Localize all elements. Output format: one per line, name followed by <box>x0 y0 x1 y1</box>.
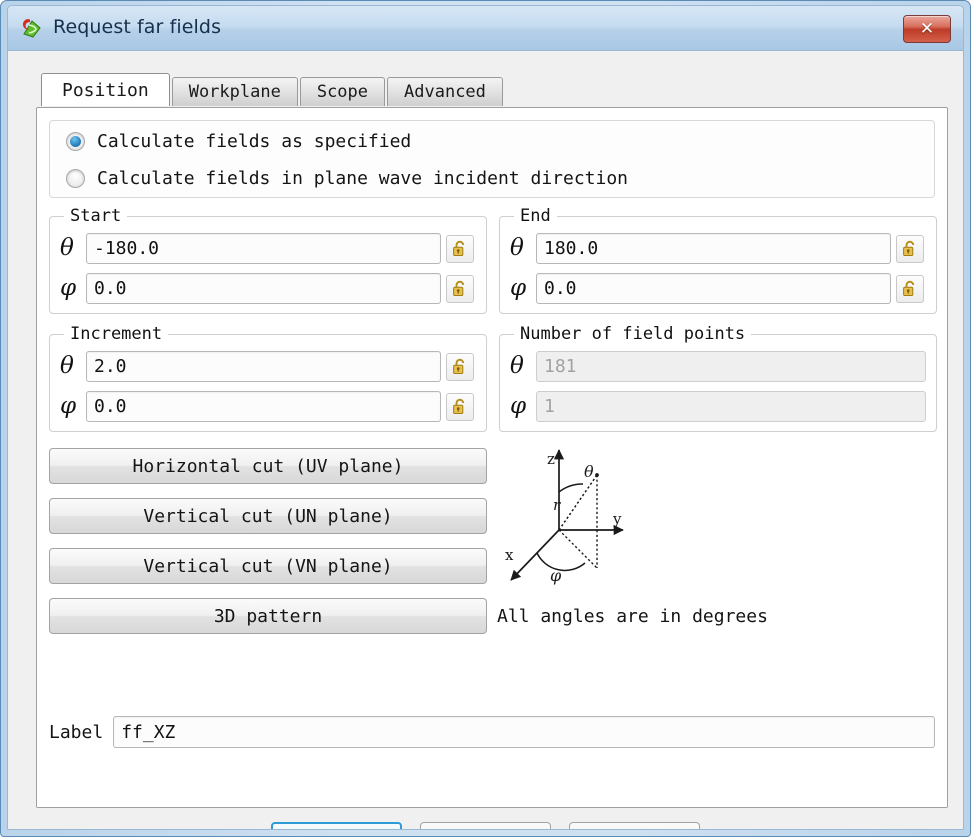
group-end-title: End <box>514 206 557 226</box>
group-number-of-field-points: Number of field points θ 181 φ 1 <box>499 324 937 432</box>
phi-symbol: φ <box>60 275 77 301</box>
theta-symbol: θ <box>60 353 74 379</box>
end-phi-input[interactable]: 0.0 <box>536 273 891 304</box>
dialog-footer: Create Add Close <box>8 813 963 829</box>
close-icon: ✕ <box>919 18 935 39</box>
tab-advanced[interactable]: Advanced <box>387 77 503 106</box>
close-button[interactable]: ✕ <box>903 15 951 43</box>
radio-label-plane-wave: Calculate fields in plane wave incident … <box>97 168 629 189</box>
radio-label-as-specified: Calculate fields as specified <box>97 131 412 152</box>
start-phi-input[interactable]: 0.0 <box>86 273 441 304</box>
start-phi-unlocked-padlock-icon[interactable] <box>446 274 474 303</box>
tab-page-position: Calculate fields as specified Calculate … <box>36 107 948 808</box>
end-theta-row: θ 180.0 <box>510 233 924 264</box>
points-theta-row: θ 181 <box>510 351 926 382</box>
tab-workplane[interactable]: Workplane <box>171 77 298 106</box>
points-phi-value: 1 <box>536 391 926 422</box>
create-button[interactable]: Create <box>271 822 402 829</box>
group-increment: Increment θ 2.0 φ 0.0 <box>49 324 487 432</box>
start-theta-row: θ -180.0 <box>60 233 474 264</box>
label-caption: Label <box>49 721 104 743</box>
theta-symbol: θ <box>510 235 524 261</box>
end-theta-unlocked-padlock-icon[interactable] <box>896 234 924 263</box>
vertical-cut-un-button[interactable]: Vertical cut (UN plane) <box>49 498 487 534</box>
degrees-note: All angles are in degrees <box>497 606 768 627</box>
start-phi-row: φ 0.0 <box>60 273 474 304</box>
theta-label: θ <box>584 462 594 481</box>
axis-label-y: y <box>612 510 622 528</box>
label-row: Label ff_XZ <box>49 716 935 748</box>
phi-symbol: φ <box>510 393 527 419</box>
group-increment-title: Increment <box>64 324 169 344</box>
increment-theta-unlocked-padlock-icon[interactable] <box>446 352 474 381</box>
points-theta-value: 181 <box>536 351 926 382</box>
group-end: End θ 180.0 φ 0.0 <box>499 206 937 314</box>
increment-phi-input[interactable]: 0.0 <box>86 391 441 422</box>
radio-selected-icon <box>66 132 85 151</box>
increment-theta-row: θ 2.0 <box>60 351 474 382</box>
vertical-cut-vn-button[interactable]: Vertical cut (VN plane) <box>49 548 487 584</box>
add-button[interactable]: Add <box>420 822 551 829</box>
increment-phi-unlocked-padlock-icon[interactable] <box>446 392 474 421</box>
theta-symbol: θ <box>60 235 74 261</box>
tab-scope[interactable]: Scope <box>299 77 386 106</box>
increment-theta-input[interactable]: 2.0 <box>86 351 441 382</box>
axis-label-z: z <box>547 450 555 468</box>
group-start: Start θ -180.0 φ 0.0 <box>49 206 487 314</box>
radius-label: r <box>553 496 561 514</box>
tab-strip: Position Workplane Scope Advanced <box>41 73 505 106</box>
axis-label-x: x <box>505 546 514 564</box>
radio-calculate-as-specified[interactable]: Calculate fields as specified <box>66 131 411 152</box>
increment-phi-row: φ 0.0 <box>60 391 474 422</box>
start-theta-unlocked-padlock-icon[interactable] <box>446 234 474 263</box>
theta-symbol: θ <box>510 353 524 379</box>
label-input[interactable]: ff_XZ <box>113 716 935 748</box>
end-phi-unlocked-padlock-icon[interactable] <box>896 274 924 303</box>
spherical-coordinate-diagram: z y x θ r φ <box>497 440 637 600</box>
horizontal-cut-uv-button[interactable]: Horizontal cut (UV plane) <box>49 448 487 484</box>
phi-label: φ <box>550 566 562 585</box>
group-start-title: Start <box>64 206 128 226</box>
radio-unselected-icon <box>66 169 85 188</box>
group-points-title: Number of field points <box>514 324 752 344</box>
calculation-mode-panel: Calculate fields as specified Calculate … <box>49 120 935 198</box>
three-d-pattern-button[interactable]: 3D pattern <box>49 598 487 634</box>
window-title: Request far fields <box>53 16 222 38</box>
tab-position[interactable]: Position <box>41 73 170 106</box>
end-phi-row: φ 0.0 <box>510 273 924 304</box>
title-bar[interactable]: Request far fields ✕ <box>8 6 963 51</box>
radio-calculate-plane-wave-direction[interactable]: Calculate fields in plane wave incident … <box>66 168 628 189</box>
points-phi-row: φ 1 <box>510 391 926 422</box>
start-theta-input[interactable]: -180.0 <box>86 233 441 264</box>
end-theta-input[interactable]: 180.0 <box>536 233 891 264</box>
phi-symbol: φ <box>510 275 527 301</box>
dialog-window: Request far fields ✕ Position Workplane … <box>0 0 971 837</box>
phi-symbol: φ <box>60 393 77 419</box>
dialog-window-inner: Request far fields ✕ Position Workplane … <box>7 5 964 830</box>
close-dialog-button[interactable]: Close <box>569 822 700 829</box>
cst-app-icon <box>19 17 43 41</box>
dialog-body: Position Workplane Scope Advanced Calcul… <box>8 51 963 829</box>
